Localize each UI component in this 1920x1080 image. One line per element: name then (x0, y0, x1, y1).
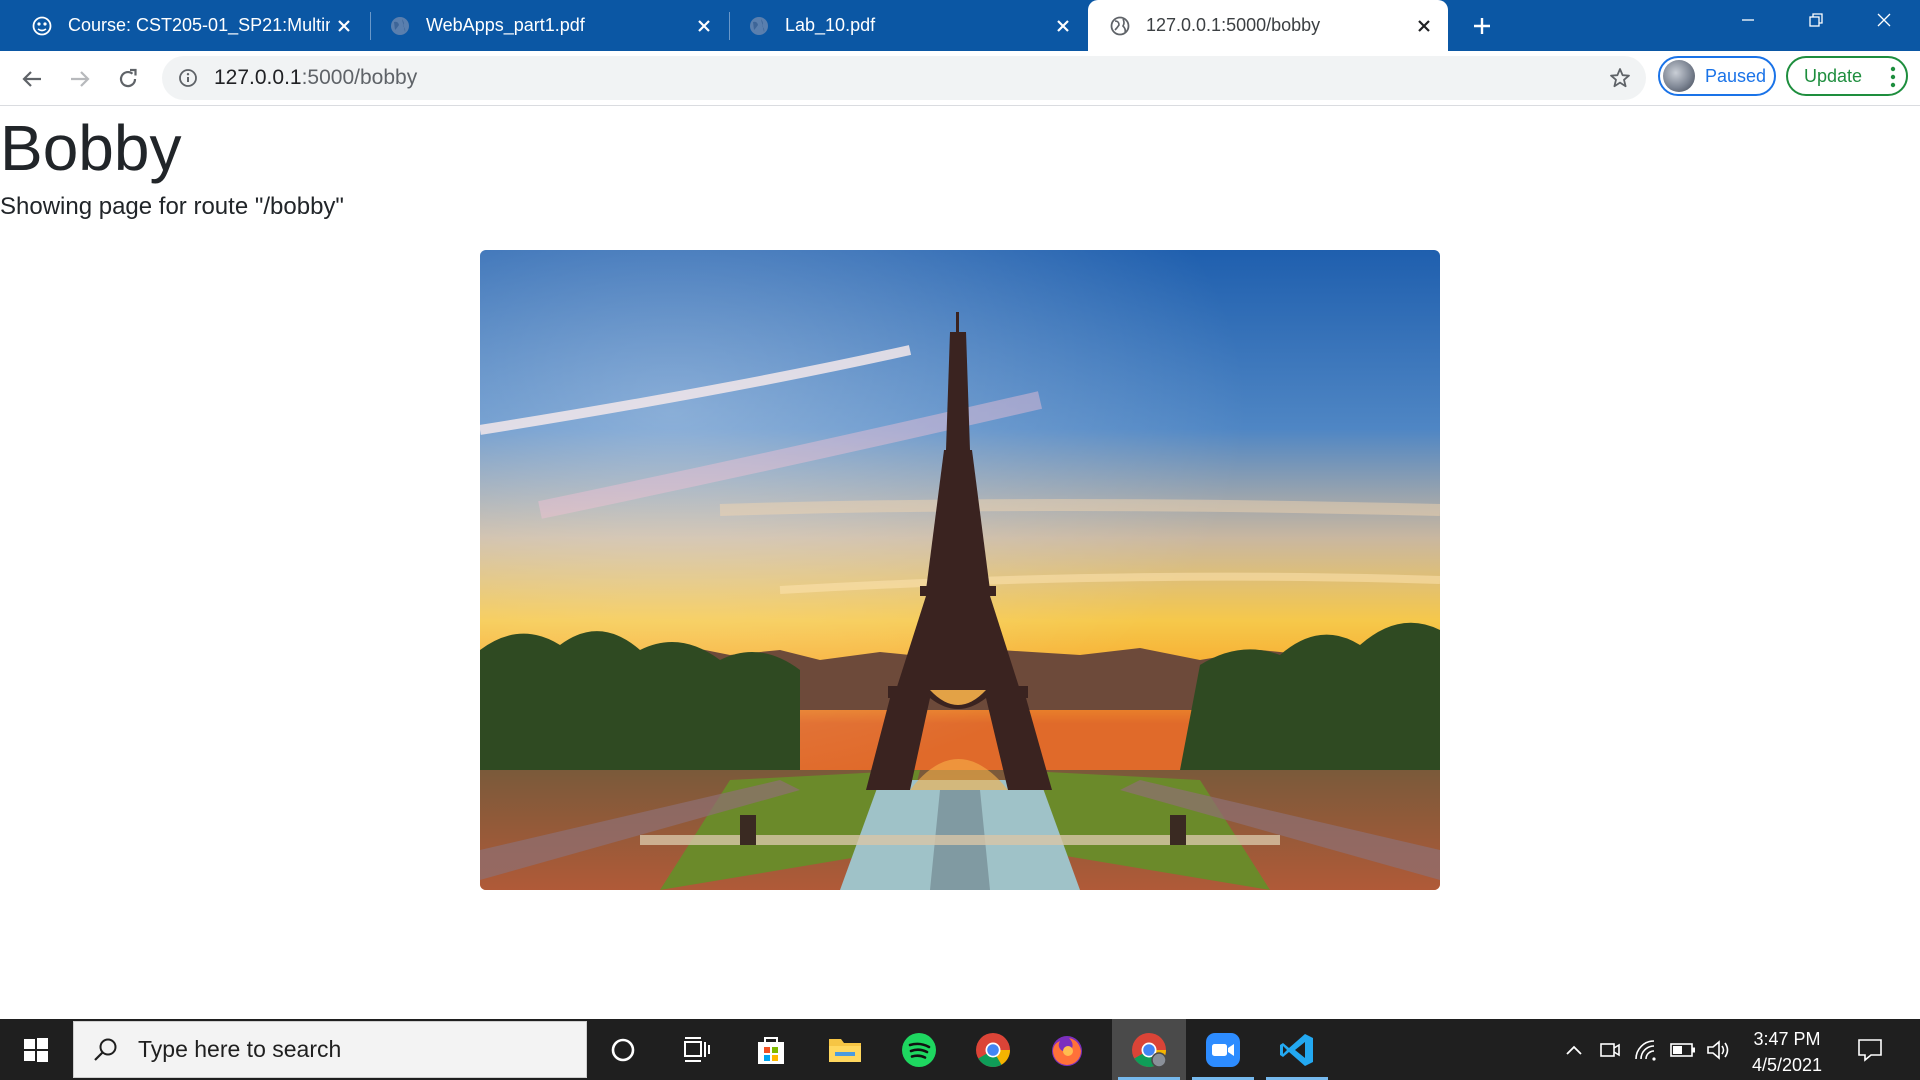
browser-toolbar: 127.0.0.1:5000/bobby Paused Update (0, 51, 1920, 106)
task-view-button[interactable] (660, 1019, 734, 1080)
file-explorer-button[interactable] (808, 1019, 882, 1080)
tab-title: Course: CST205-01_SP21:Multimedia (68, 15, 330, 35)
profile-button[interactable]: Paused (1658, 56, 1776, 96)
site-info-icon[interactable] (176, 66, 200, 90)
tab-title: 127.0.0.1:5000/bobby (1146, 15, 1321, 35)
tab-course[interactable]: Course: CST205-01_SP21:Multimedia (0, 0, 368, 51)
windows-logo-icon (24, 1037, 48, 1062)
action-center-button[interactable] (1848, 1019, 1892, 1080)
minimize-icon (1742, 19, 1754, 21)
page-content: Bobby Showing page for route "/bobby" (0, 106, 1920, 1019)
tab-separator (729, 12, 730, 40)
back-button[interactable] (14, 61, 50, 97)
volume-button[interactable] (1704, 1019, 1732, 1080)
chrome-icon (976, 1032, 1010, 1067)
forward-arrow-icon (71, 71, 90, 87)
reload-button[interactable] (110, 61, 146, 97)
profile-status-label: Paused (1705, 65, 1767, 86)
restore-icon (1809, 13, 1823, 27)
bookmark-star-icon[interactable] (1608, 66, 1632, 90)
speaker-icon (1707, 1039, 1729, 1060)
wifi-icon (1635, 1039, 1656, 1061)
plus-icon (1474, 18, 1490, 34)
taskbar-clock[interactable]: 3:47 PM 4/5/2021 (1735, 1026, 1839, 1078)
notification-icon (1858, 1038, 1882, 1062)
tab-separator (370, 12, 371, 40)
chrome-active-button[interactable] (1112, 1019, 1186, 1080)
close-tab-icon[interactable] (1410, 12, 1438, 40)
show-hidden-icons-button[interactable] (1560, 1019, 1588, 1080)
spotify-button[interactable] (882, 1019, 956, 1080)
new-tab-button[interactable] (1466, 10, 1498, 42)
minimize-button[interactable] (1714, 0, 1782, 40)
tab-title: Lab_10.pdf (785, 15, 876, 35)
address-bar[interactable]: 127.0.0.1:5000/bobby (162, 56, 1646, 100)
close-tab-icon[interactable] (690, 12, 718, 40)
tab-strip: Course: CST205-01_SP21:Multimedia WebApp… (0, 0, 1920, 51)
chrome-button[interactable] (956, 1019, 1030, 1080)
store-icon (758, 1036, 784, 1064)
tab-bobby[interactable]: 127.0.0.1:5000/bobby (1088, 0, 1448, 51)
battery-button[interactable] (1668, 1019, 1698, 1080)
taskbar-search-input[interactable]: Type here to search (73, 1021, 587, 1078)
start-button[interactable] (0, 1019, 72, 1080)
restore-button[interactable] (1782, 0, 1850, 40)
zoom-icon (1206, 1032, 1240, 1067)
menu-dots-icon (1890, 66, 1896, 88)
route-subtitle: Showing page for route "/bobby" (0, 193, 344, 220)
close-window-button[interactable] (1850, 0, 1918, 40)
battery-icon (1670, 1042, 1695, 1057)
store-button[interactable] (734, 1019, 808, 1080)
search-icon (94, 1038, 117, 1061)
search-placeholder: Type here to search (138, 1036, 342, 1062)
firefox-icon (1052, 1035, 1082, 1066)
spotify-icon (902, 1032, 936, 1067)
forward-button[interactable] (62, 61, 98, 97)
globe-icon (1110, 16, 1130, 35)
vscode-button[interactable] (1260, 1019, 1334, 1080)
reload-icon (119, 68, 137, 88)
cortana-icon (611, 1038, 635, 1061)
close-tab-icon[interactable] (1049, 12, 1077, 40)
taskbar: Type here to search 3:47 PM 4/5/2021 (0, 1019, 1920, 1080)
close-icon (1877, 13, 1891, 27)
zoom-button[interactable] (1186, 1019, 1260, 1080)
firefox-button[interactable] (1030, 1019, 1104, 1080)
clock-date: 4/5/2021 (1751, 1055, 1823, 1075)
vscode-icon (1280, 1033, 1313, 1066)
course-icon (32, 16, 52, 35)
chevron-up-icon (1566, 1045, 1582, 1055)
chrome-active-icon (1132, 1032, 1167, 1068)
globe-icon (391, 16, 409, 35)
wifi-button[interactable] (1632, 1019, 1660, 1080)
back-arrow-icon (22, 71, 41, 87)
update-label: Update (1804, 65, 1863, 86)
task-view-icon (684, 1036, 710, 1062)
tab-lab10[interactable]: Lab_10.pdf (731, 0, 1087, 51)
meet-now-icon (1600, 1042, 1620, 1057)
avatar (1663, 60, 1695, 92)
eiffel-tower-photo (480, 250, 1440, 890)
meet-now-button[interactable] (1596, 1019, 1624, 1080)
close-tab-icon[interactable] (330, 12, 358, 40)
url-text: 127.0.0.1:5000/bobby (214, 66, 418, 89)
cortana-button[interactable] (586, 1019, 660, 1080)
globe-icon (750, 16, 768, 35)
tab-webapps[interactable]: WebApps_part1.pdf (372, 0, 728, 51)
page-title: Bobby (0, 112, 182, 184)
file-explorer-icon (829, 1038, 861, 1062)
clock-time: 3:47 PM (1753, 1029, 1821, 1049)
update-button[interactable]: Update (1786, 56, 1908, 96)
tab-title: WebApps_part1.pdf (426, 15, 585, 35)
